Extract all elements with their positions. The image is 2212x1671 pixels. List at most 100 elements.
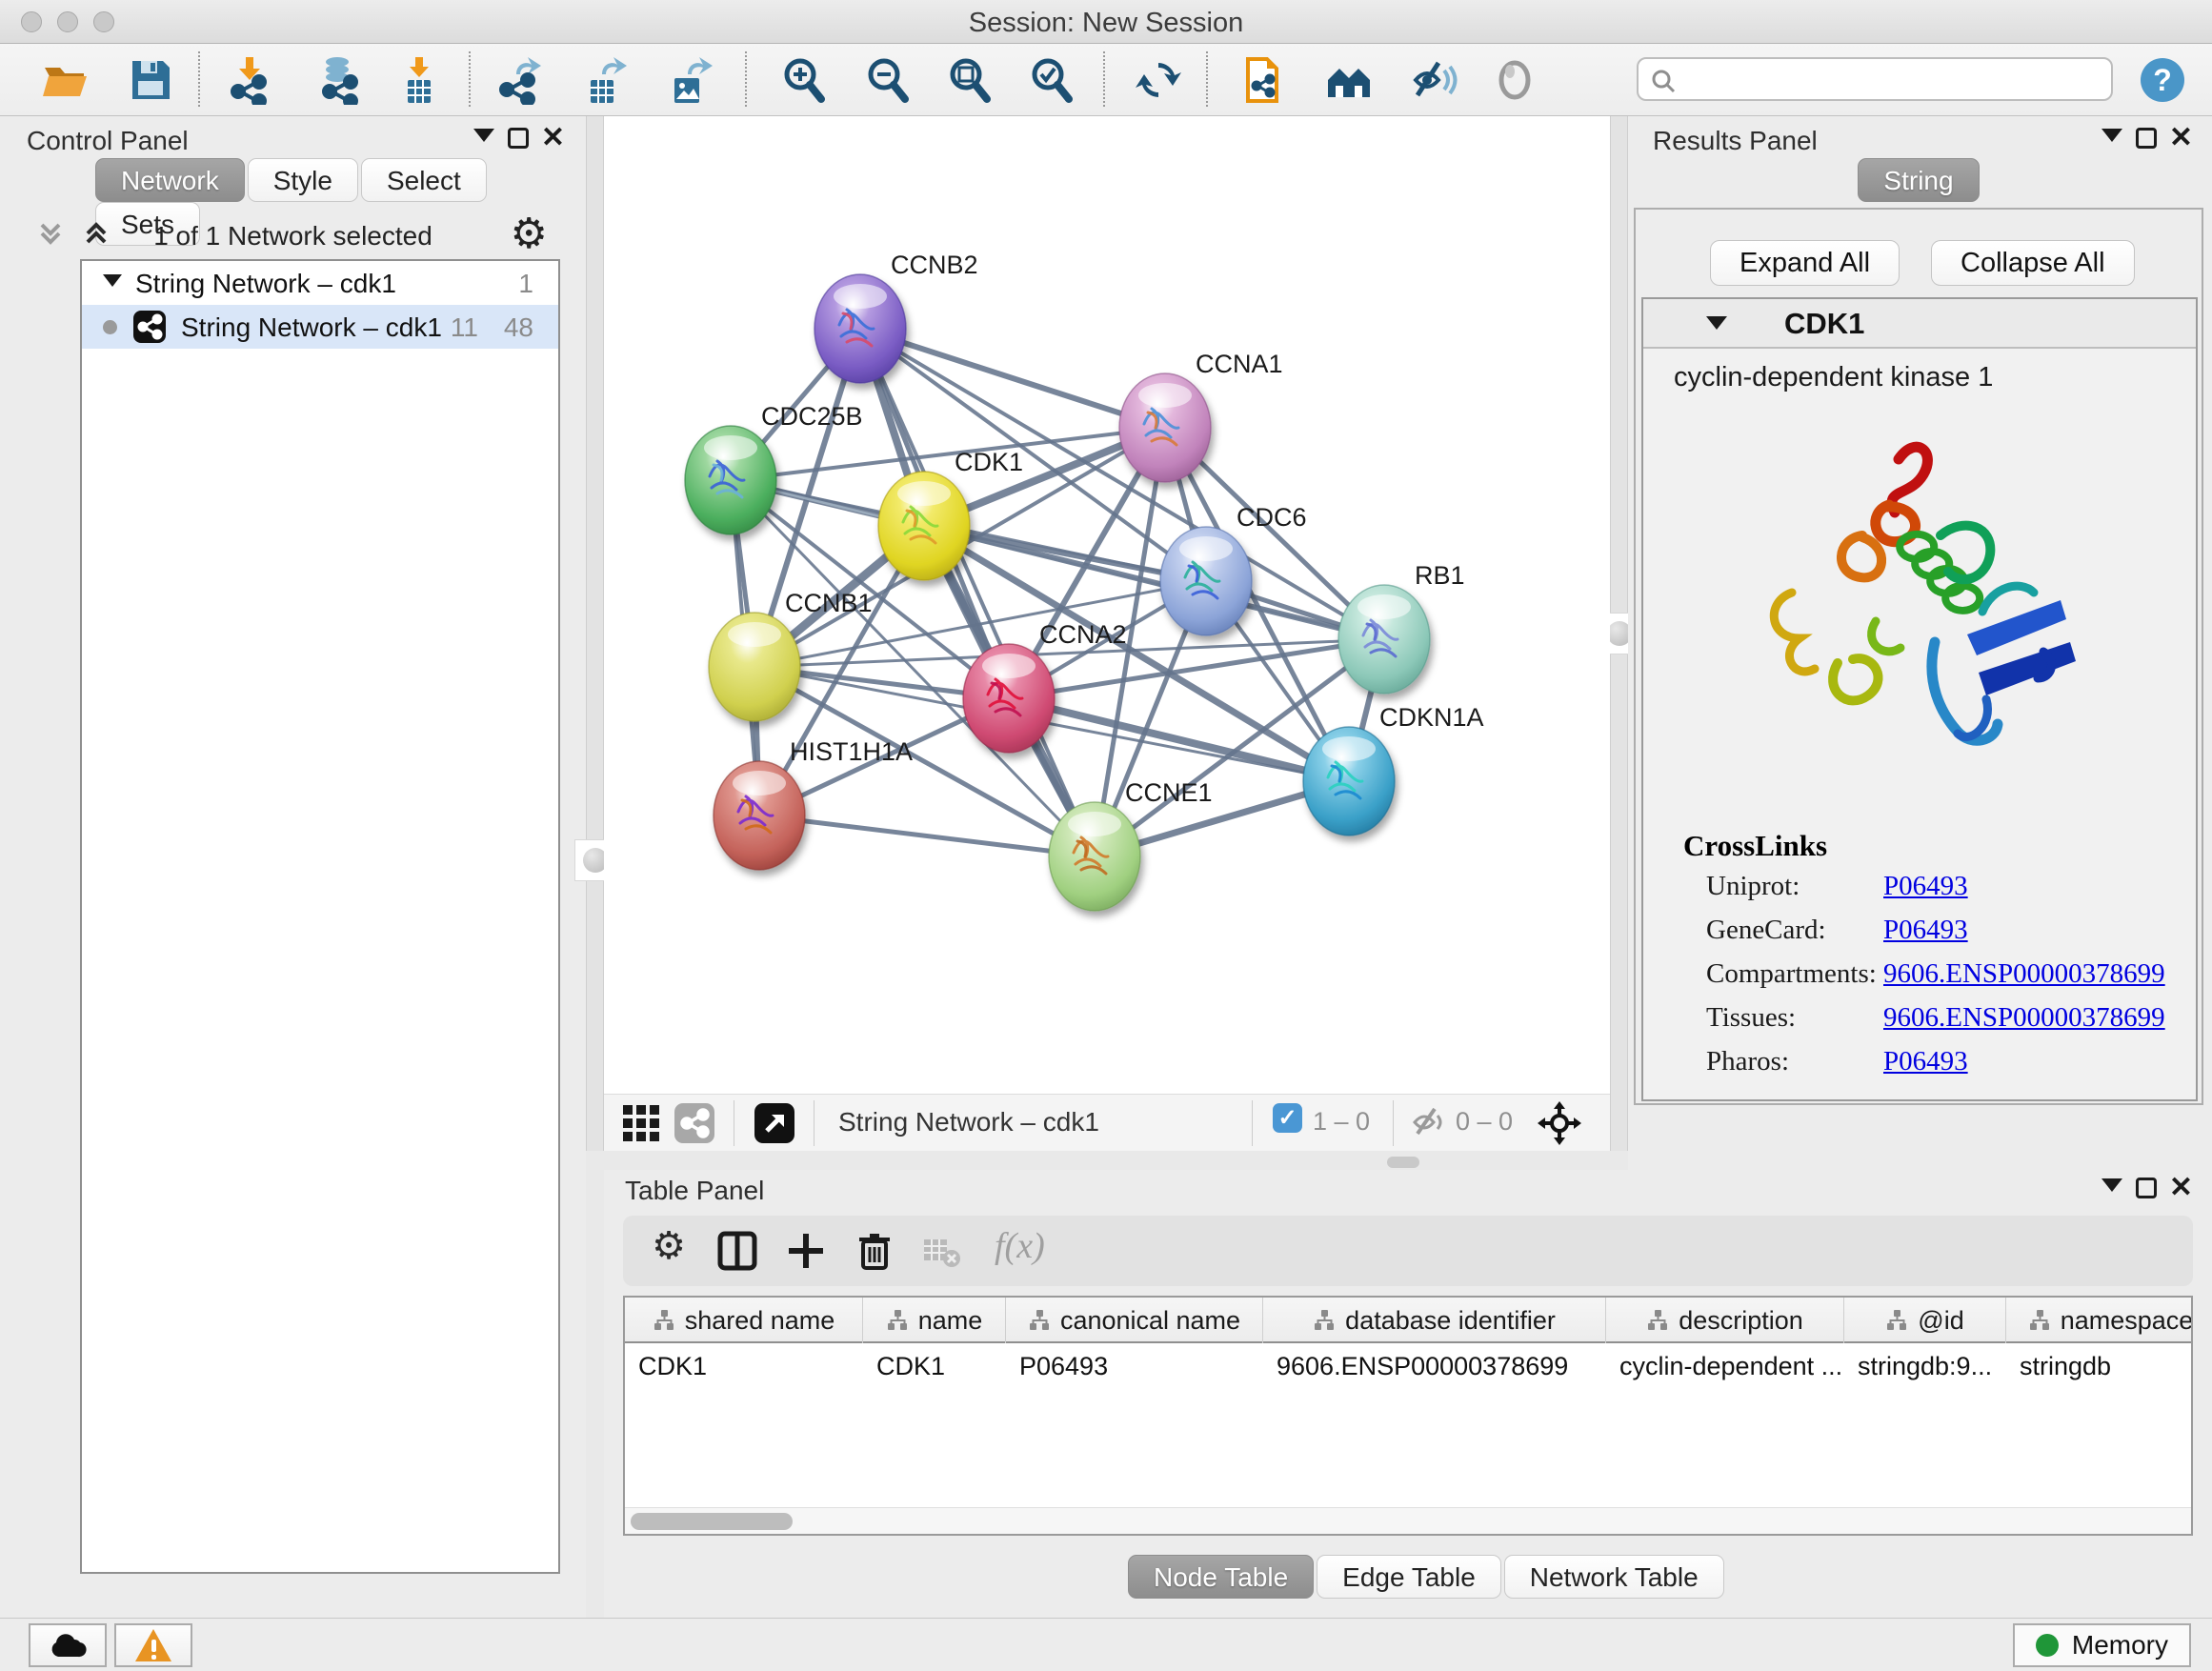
network-canvas[interactable]: CCNB2CCNA1CDC25BCDK1CDC6RB1CCNB1CCNA2CDK… [604, 116, 1610, 1094]
edge-HIST1H1A-CCNE1[interactable] [759, 815, 1095, 856]
tab-select[interactable]: Select [361, 158, 487, 202]
collection-expander-icon[interactable] [103, 274, 122, 287]
node-CCNA1[interactable]: CCNA1 [1119, 350, 1283, 482]
table-cell[interactable]: CDK1 [625, 1345, 863, 1387]
collapse-all-button[interactable]: Collapse All [1931, 240, 2135, 286]
crosslink-link[interactable]: P06493 [1883, 871, 1968, 902]
zoom-fit-icon[interactable] [945, 55, 995, 105]
table-horizontal-scrollbar[interactable] [625, 1507, 2191, 1534]
warning-button[interactable] [114, 1623, 192, 1667]
float-panel-icon[interactable] [2136, 1178, 2157, 1198]
search-input[interactable] [1637, 57, 2113, 101]
node-table[interactable]: shared namenamecanonical namedatabase id… [623, 1296, 2193, 1536]
table-row[interactable]: CDK1CDK1P064939606.ENSP00000378699cyclin… [625, 1345, 2193, 1387]
table-cell[interactable]: P06493 [1006, 1345, 1263, 1387]
tab-node-table[interactable]: Node Table [1128, 1555, 1314, 1599]
new-network-from-selection-icon[interactable] [1238, 55, 1288, 105]
hide-selected-icon[interactable] [1408, 55, 1458, 105]
create-column-icon[interactable] [783, 1228, 829, 1274]
zoom-out-icon[interactable] [863, 55, 913, 105]
network-row[interactable]: String Network – cdk1 11 48 [82, 305, 558, 349]
share-network-icon[interactable] [674, 1103, 714, 1148]
edge-CCNB2-CCNE1[interactable] [860, 329, 1095, 856]
tab-style[interactable]: Style [248, 158, 358, 202]
node-HIST1H1A[interactable]: HIST1H1A [714, 737, 913, 870]
export-table-icon[interactable] [579, 55, 629, 105]
column-header-description[interactable]: description [1606, 1298, 1844, 1343]
crosslink-link[interactable]: 9606.ENSP00000378699 [1883, 958, 2165, 990]
panel-menu-icon[interactable] [2101, 129, 2122, 142]
scrollbar-thumb[interactable] [631, 1513, 793, 1530]
close-panel-icon[interactable]: ✕ [2169, 1178, 2193, 1198]
network-collection-row[interactable]: String Network – cdk1 1 [82, 261, 558, 305]
gene-expander-icon[interactable] [1706, 316, 1727, 330]
column-header-canonical-name[interactable]: canonical name [1006, 1298, 1263, 1343]
edge-CCNB2-CCNA1[interactable] [860, 329, 1165, 428]
export-network-icon[interactable] [495, 55, 545, 105]
node-label: CCNE1 [1125, 778, 1213, 807]
birds-eye-view-icon[interactable] [621, 1103, 661, 1148]
import-network-database-icon[interactable] [314, 55, 364, 105]
node-CDK1[interactable]: CDK1 [878, 448, 1023, 580]
string-network-view[interactable]: CCNB2CCNA1CDC25BCDK1CDC6RB1CCNB1CCNA2CDK… [604, 116, 1610, 1094]
table-cell[interactable]: cyclin-dependent ... [1606, 1345, 1844, 1387]
column-header-namespace[interactable]: namespace [2006, 1298, 2193, 1343]
table-cell[interactable]: 9606.ENSP00000378699 [1263, 1345, 1606, 1387]
hidden-eye-icon[interactable] [1410, 1103, 1448, 1146]
first-neighbors-icon[interactable] [1324, 55, 1374, 105]
open-in-new-window-icon[interactable] [754, 1103, 794, 1148]
show-all-icon[interactable] [1490, 55, 1539, 105]
node-CCNB2[interactable]: CCNB2 [814, 251, 978, 383]
column-header-@id[interactable]: @id [1844, 1298, 2006, 1343]
warning-icon [133, 1627, 173, 1663]
refresh-icon[interactable] [1134, 55, 1183, 105]
crosslink-label: GeneCard: [1706, 915, 1826, 946]
column-header-shared-name[interactable]: shared name [625, 1298, 863, 1343]
panel-menu-icon[interactable] [473, 129, 494, 142]
tab-network-table[interactable]: Network Table [1504, 1555, 1724, 1599]
gene-header-row[interactable]: CDK1 [1643, 299, 2196, 349]
delete-column-icon[interactable] [852, 1228, 897, 1274]
node-CCNB1[interactable]: CCNB1 [709, 589, 873, 721]
bottom-splitter-handle[interactable] [1387, 1157, 1419, 1168]
function-builder-icon[interactable]: f(x) [995, 1225, 1045, 1267]
float-panel-icon[interactable] [508, 128, 529, 149]
help-icon[interactable]: ? [2138, 55, 2187, 105]
node-CDKN1A[interactable]: CDKN1A [1303, 703, 1484, 836]
save-session-icon[interactable] [126, 55, 175, 105]
table-cell[interactable]: stringdb [2006, 1345, 2193, 1387]
tab-edge-table[interactable]: Edge Table [1317, 1555, 1501, 1599]
zoom-selected-icon[interactable] [1027, 55, 1076, 105]
node-CCNE1[interactable]: CCNE1 [1049, 778, 1213, 911]
table-cell[interactable]: CDK1 [863, 1345, 1006, 1387]
column-header-database-identifier[interactable]: database identifier [1263, 1298, 1606, 1343]
close-panel-icon[interactable]: ✕ [2169, 128, 2193, 149]
network-options-gear-icon[interactable]: ⚙ [511, 210, 548, 258]
tab-network[interactable]: Network [95, 158, 245, 202]
node-RB1[interactable]: RB1 [1338, 561, 1465, 694]
memory-button[interactable]: Memory [2013, 1623, 2191, 1667]
crosslink-link[interactable]: 9606.ENSP00000378699 [1883, 1002, 2165, 1034]
selected-checkbox[interactable]: ✓ [1273, 1103, 1302, 1133]
crosslink-link[interactable]: P06493 [1883, 915, 1968, 946]
show-columns-icon[interactable] [714, 1228, 760, 1274]
cloud-button[interactable] [29, 1623, 107, 1667]
close-panel-icon[interactable]: ✕ [541, 128, 565, 149]
pan-crosshair-icon[interactable] [1536, 1099, 1583, 1152]
zoom-in-icon[interactable] [779, 55, 829, 105]
import-network-file-icon[interactable] [225, 55, 274, 105]
column-header-name[interactable]: name [863, 1298, 1006, 1343]
open-session-icon[interactable] [40, 55, 90, 105]
import-table-icon[interactable] [394, 55, 444, 105]
table-cell[interactable]: stringdb:9... [1844, 1345, 2006, 1387]
export-image-icon[interactable] [663, 55, 713, 105]
delete-table-icon[interactable] [918, 1228, 964, 1274]
panel-menu-icon[interactable] [2101, 1178, 2122, 1192]
table-options-gear-icon[interactable]: ⚙ [646, 1223, 692, 1269]
crosslink-link[interactable]: P06493 [1883, 1046, 1968, 1077]
expand-all-button[interactable]: Expand All [1710, 240, 1900, 286]
network-selection-status: 1 of 1 Network selected [0, 221, 586, 252]
left-splitter[interactable] [586, 116, 604, 1151]
float-panel-icon[interactable] [2136, 128, 2157, 149]
tab-string[interactable]: String [1858, 158, 1979, 202]
